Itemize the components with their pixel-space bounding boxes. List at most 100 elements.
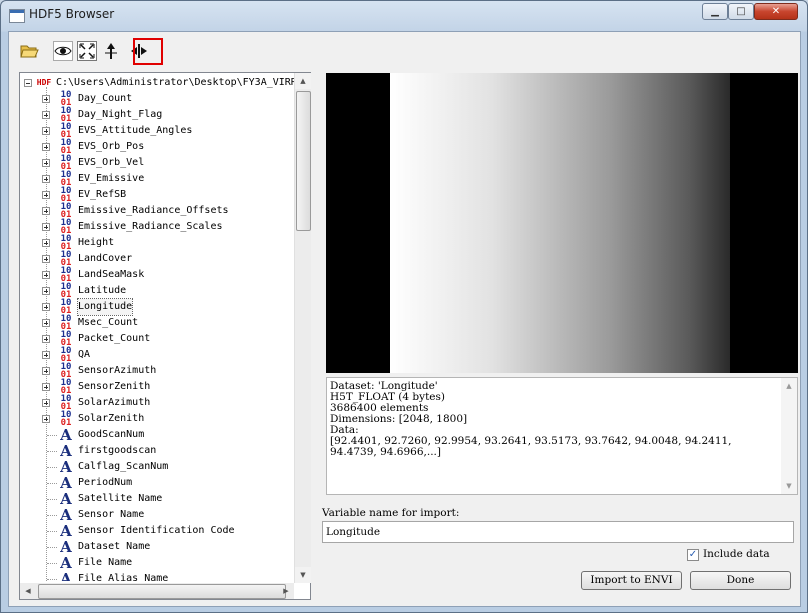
dataset-icon: 10 01 — [60, 138, 72, 156]
scrollbar-thumb[interactable] — [296, 91, 311, 231]
done-button[interactable]: Done — [690, 571, 791, 590]
variable-name-input[interactable] — [322, 521, 794, 543]
flip-vertical-icon[interactable] — [101, 41, 121, 61]
scroll-right-icon[interactable]: ▶ — [278, 583, 294, 599]
expand-icon[interactable] — [42, 159, 50, 167]
expand-icon[interactable] — [42, 207, 50, 215]
tree-item-attribute[interactable]: A PeriodNum — [20, 475, 294, 491]
tree-item-dataset[interactable]: 10 01 EVS_Orb_Pos — [20, 138, 294, 156]
expand-icon[interactable] — [42, 223, 50, 231]
tree-item-dataset[interactable]: 10 01 Height — [20, 235, 294, 252]
expand-icon[interactable] — [42, 111, 50, 119]
expand-icon[interactable] — [42, 335, 50, 343]
fit-window-icon[interactable] — [77, 41, 97, 61]
tree-root-label: C:\Users\Administrator\Desktop\FY3A_VIRR — [56, 77, 294, 88]
tree-item-dataset[interactable]: 10 01 SolarZenith — [20, 411, 294, 428]
tree-item-label: GoodScanNum — [78, 429, 145, 440]
tree-item-dataset[interactable]: 10 01 EV_Emissive — [20, 171, 294, 188]
dataset-icon: 10 01 — [60, 122, 72, 140]
tree-item-dataset[interactable]: 10 01 QA — [20, 347, 294, 364]
expand-icon[interactable] — [42, 351, 50, 359]
collapse-icon[interactable] — [24, 79, 32, 87]
tree-item-dataset[interactable]: 10 01 LandSeaMask — [20, 267, 294, 284]
tree-item-label: PeriodNum — [78, 477, 133, 488]
minimize-button[interactable]: ▁ — [702, 3, 728, 20]
tree-item-dataset[interactable]: 10 01 Msec_Count — [20, 314, 294, 332]
maximize-button[interactable]: □ — [728, 3, 754, 20]
expand-icon[interactable] — [42, 255, 50, 263]
dataset-icon: 10 01 — [60, 314, 72, 332]
expand-icon[interactable] — [42, 175, 50, 183]
expand-icon[interactable] — [42, 303, 50, 311]
tree-item-attribute[interactable]: Afirstgoodscan — [20, 443, 294, 459]
tree-horizontal-scrollbar[interactable]: ◀ ▶ — [20, 583, 294, 599]
tree-item-dataset[interactable]: 10 01 Day_Count — [20, 91, 294, 108]
expand-icon[interactable] — [42, 415, 50, 423]
tree-vertical-scrollbar[interactable]: ▲ ▼ — [294, 73, 311, 583]
tree-item-attribute[interactable]: A Satellite Name — [20, 491, 294, 507]
tree-guide-line — [47, 435, 57, 437]
tree-guide-line — [47, 483, 57, 485]
scroll-down-icon[interactable]: ▼ — [295, 567, 311, 583]
tree-item-label: LandSeaMask — [78, 269, 145, 280]
expand-icon[interactable] — [42, 399, 50, 407]
expand-icon[interactable] — [42, 239, 50, 247]
tree-item-dataset[interactable]: 10 01 SolarAzimuth — [20, 395, 294, 412]
tree-item-attribute[interactable]: A Sensor Identification Code — [20, 523, 294, 539]
close-button[interactable]: ✕ — [754, 3, 798, 20]
tree-item-dataset[interactable]: 10 01 EV_RefSB — [20, 187, 294, 204]
tree-item-dataset[interactable]: 10 01 EVS_Orb_Vel — [20, 155, 294, 172]
expand-icon[interactable] — [42, 287, 50, 295]
client-area: HDF C:\Users\Administrator\Desktop\FY3A_V… — [8, 31, 801, 607]
tree-item-dataset[interactable]: 10 01 Emissive_Radiance_Offsets — [20, 203, 294, 220]
expand-icon[interactable] — [42, 143, 50, 151]
include-data-checkbox[interactable]: ✓ — [687, 549, 699, 561]
scroll-up-icon[interactable]: ▲ — [781, 378, 797, 394]
eye-icon[interactable] — [53, 41, 73, 61]
tree-item-dataset[interactable]: 10 01 SensorZenith — [20, 378, 294, 396]
tree-item-dataset[interactable]: 10 01 LandCover — [20, 251, 294, 268]
tree-item-label: SensorAzimuth — [78, 365, 157, 376]
tree-item-dataset[interactable]: 10 01 Latitude — [20, 283, 294, 300]
expand-icon[interactable] — [42, 367, 50, 375]
tree-item-attribute[interactable]: A File Name — [20, 555, 294, 571]
hdf-tree[interactable]: HDF C:\Users\Administrator\Desktop\FY3A_V… — [20, 73, 294, 581]
dataset-icon: 10 01 — [60, 362, 72, 380]
tree-item-dataset[interactable]: 10 01 Day_Night_Flag — [20, 106, 294, 124]
tree-item-attribute[interactable]: A File Alias Name — [20, 571, 294, 581]
expand-icon[interactable] — [42, 95, 50, 103]
dataset-icon: 10 01 — [60, 378, 72, 396]
app-icon — [9, 9, 25, 23]
tree-root[interactable]: HDF C:\Users\Administrator\Desktop\FY3A_V… — [20, 75, 294, 91]
scroll-down-icon[interactable]: ▼ — [781, 478, 797, 494]
scroll-up-icon[interactable]: ▲ — [295, 73, 311, 89]
expand-icon[interactable] — [42, 271, 50, 279]
expand-icon[interactable] — [42, 319, 50, 327]
tree-item-dataset[interactable]: 10 01 EVS_Attitude_Angles — [20, 122, 294, 140]
tree-item-attribute[interactable]: A Sensor Name — [20, 507, 294, 523]
import-to-envi-button[interactable]: Import to ENVI — [581, 571, 682, 590]
expand-icon[interactable] — [42, 383, 50, 391]
tree-item-dataset[interactable]: 10 01 SensorAzimuth — [20, 362, 294, 380]
expand-icon[interactable] — [42, 127, 50, 135]
dataset-preview-image — [326, 73, 798, 373]
tree-item-attribute[interactable]: A Calflag_ScanNum — [20, 459, 294, 475]
scroll-left-icon[interactable]: ◀ — [20, 583, 36, 599]
tree-item-label: Height — [78, 237, 115, 248]
tree-item-dataset[interactable]: 10 01 Packet_Count — [20, 330, 294, 348]
expand-icon[interactable] — [42, 191, 50, 199]
scrollbar-thumb[interactable] — [38, 584, 286, 599]
dataset-icon: 10 01 — [60, 218, 72, 236]
title-bar[interactable]: HDF5 Browser ▁ □ ✕ — [1, 1, 807, 31]
folder-open-icon[interactable] — [19, 41, 39, 61]
tree-item-attribute[interactable]: A Dataset Name — [20, 539, 294, 555]
info-scrollbar[interactable]: ▲ ▼ — [781, 378, 797, 494]
dataset-icon: 10 01 — [60, 106, 72, 124]
tree-item-dataset[interactable]: 10 01 Emissive_Radiance_Scales — [20, 218, 294, 236]
attribute-icon: A — [60, 442, 72, 460]
tree-item-dataset[interactable]: 10 01 Longitude — [20, 298, 294, 316]
tree-item-label: EVS_Orb_Pos — [78, 141, 145, 152]
dataset-icon: 10 01 — [60, 330, 72, 348]
tree-item-attribute[interactable]: A GoodScanNum — [20, 427, 294, 443]
dataset-info-box: Dataset: 'Longitude' H5T_FLOAT (4 bytes)… — [326, 377, 798, 495]
